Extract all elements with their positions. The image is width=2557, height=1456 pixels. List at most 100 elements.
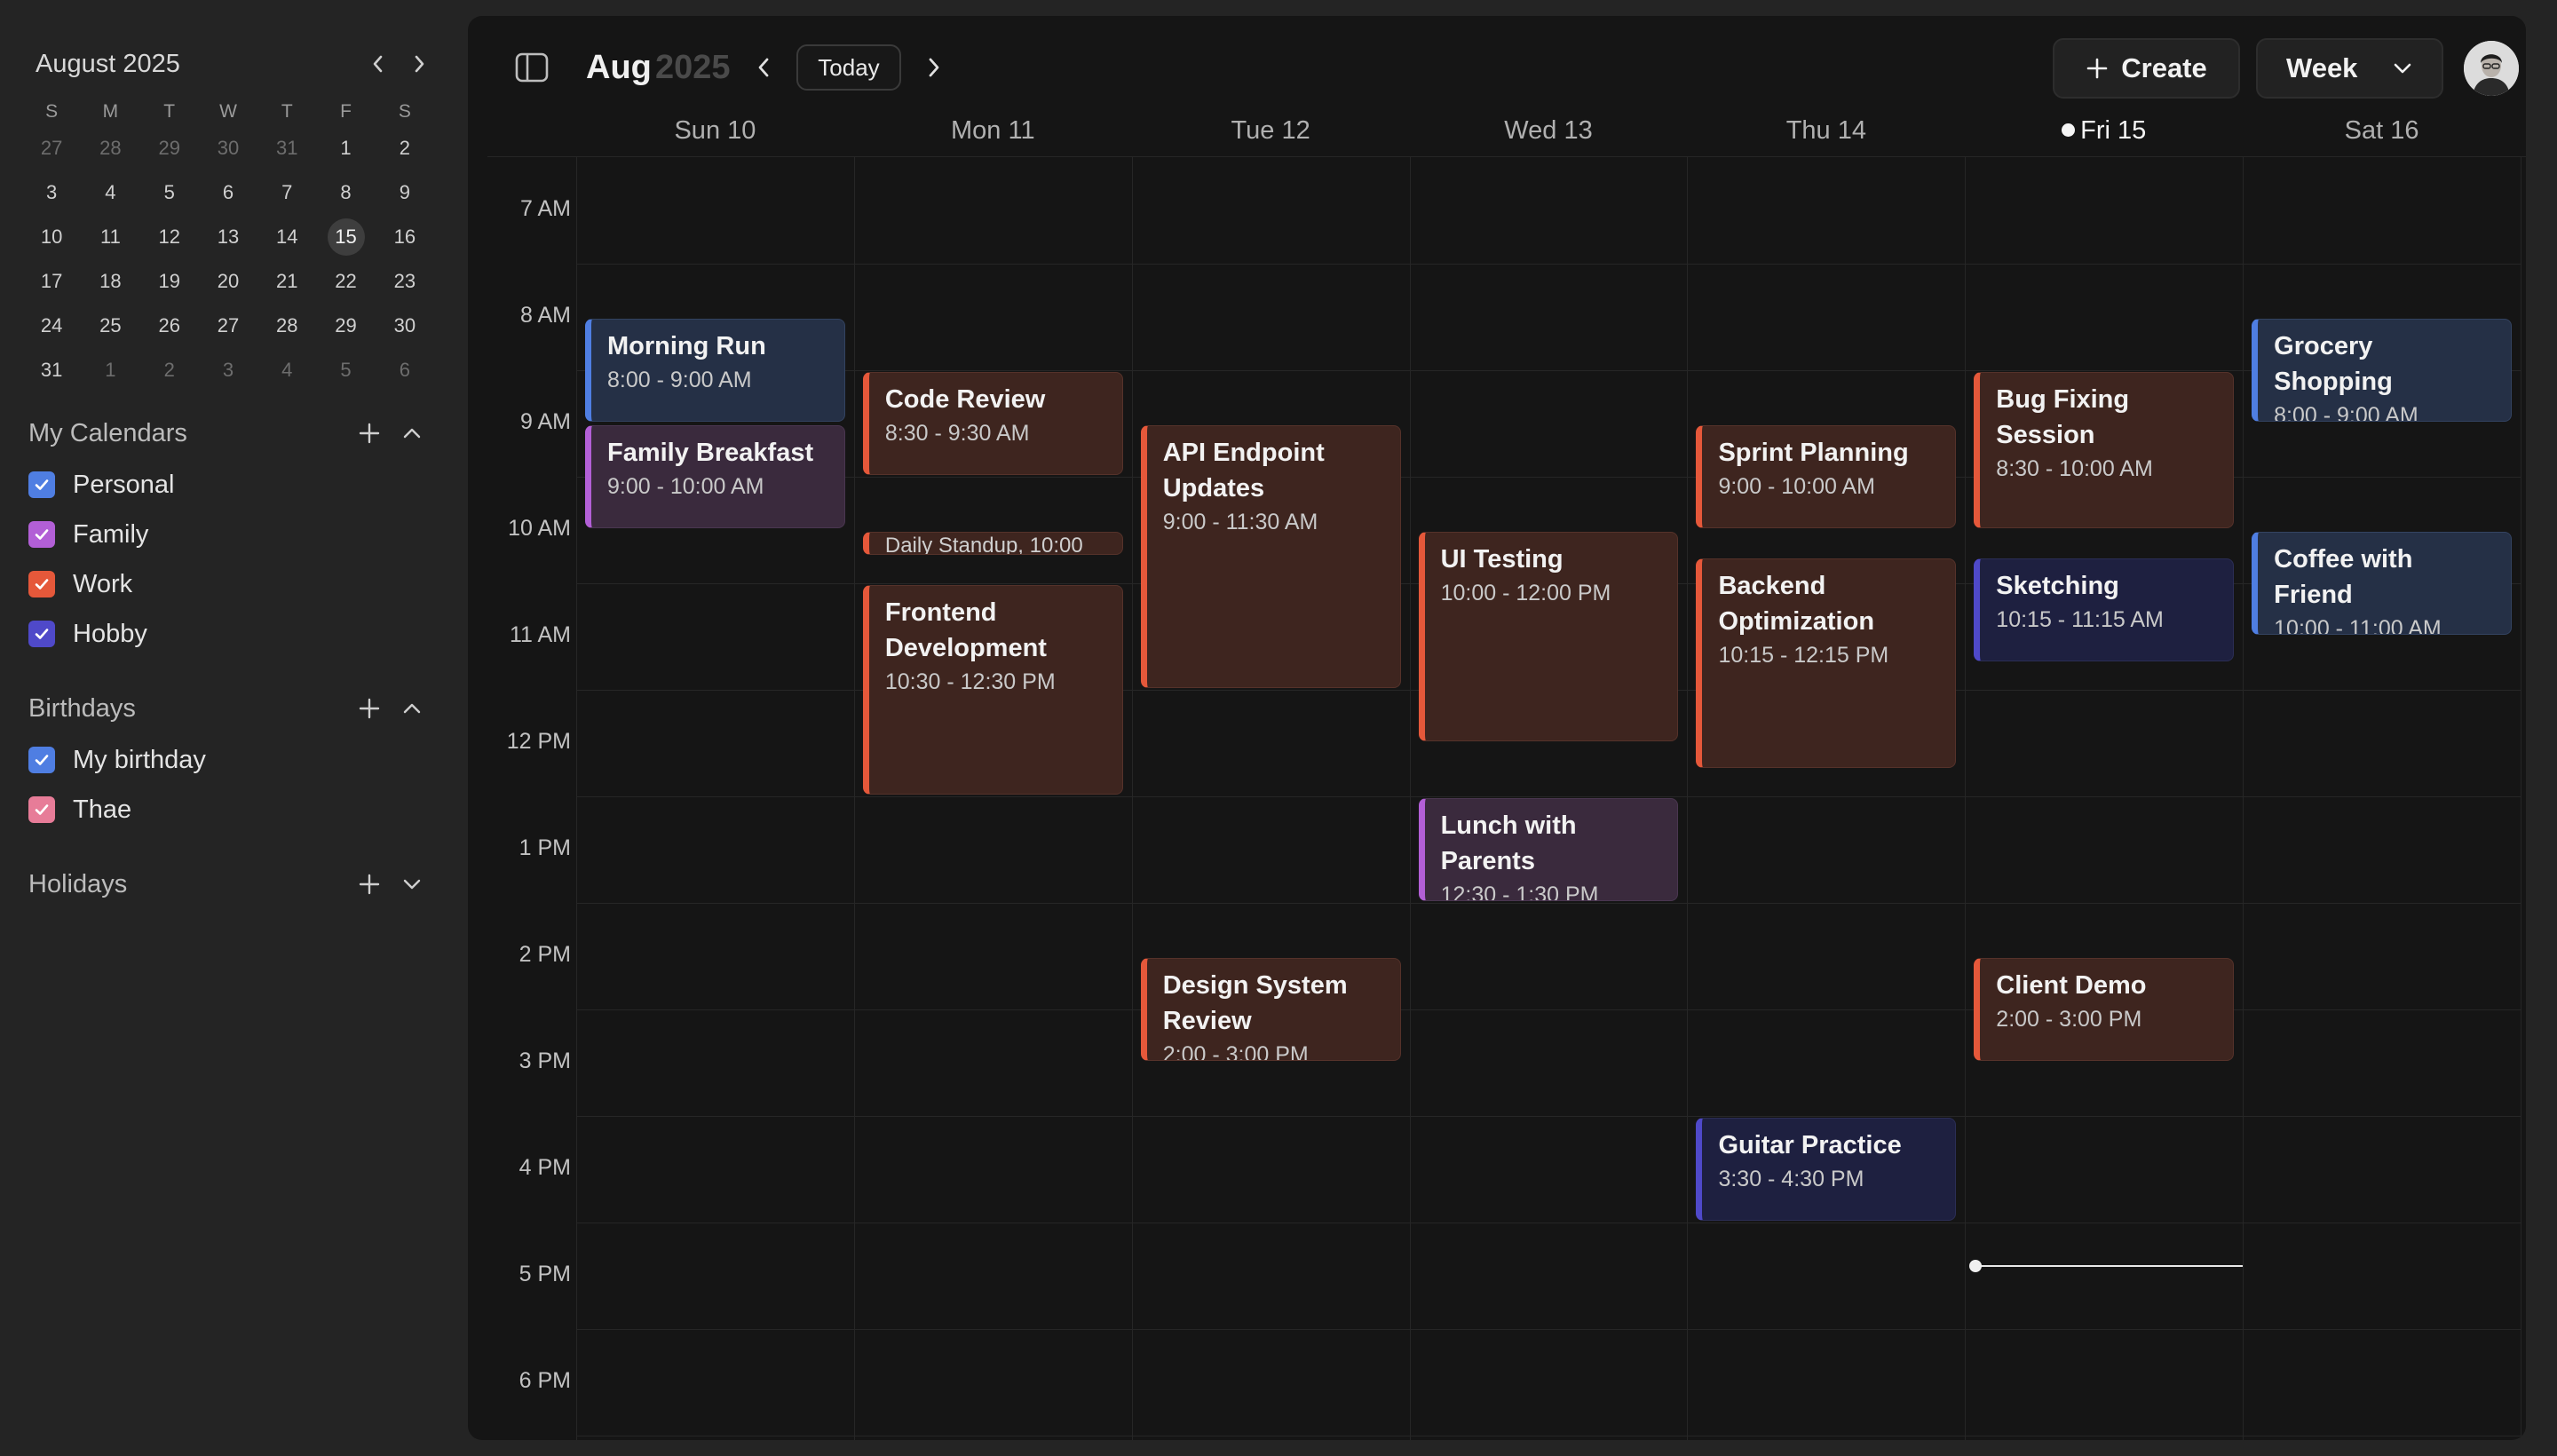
collapse-birthdays-button[interactable]: [396, 692, 428, 724]
sidebar-toggle-button[interactable]: [512, 50, 551, 85]
calendar-event[interactable]: Bug Fixing Session 8:30 - 10:00 AM: [1974, 372, 2235, 528]
mini-calendar-day[interactable]: 28: [257, 314, 316, 337]
add-holiday-button[interactable]: [353, 868, 385, 900]
event-title: Design System Review: [1162, 971, 1348, 1035]
checkbox-checked-icon[interactable]: [28, 747, 55, 773]
mini-calendar-day[interactable]: 12: [140, 226, 199, 249]
mini-calendar-day[interactable]: 14: [257, 226, 316, 249]
next-week-button[interactable]: [917, 51, 949, 83]
calendar-event[interactable]: Sprint Planning 9:00 - 10:00 AM: [1696, 425, 1957, 528]
calendar-event[interactable]: API Endpoint Updates 9:00 - 11:30 AM: [1140, 425, 1401, 688]
day-column-divider: [1687, 157, 1689, 1440]
mini-calendar-day[interactable]: 29: [140, 137, 199, 160]
mini-calendar-day[interactable]: 21: [257, 270, 316, 293]
plus-icon: [359, 698, 380, 719]
mini-calendar-day[interactable]: 18: [81, 270, 139, 293]
mini-calendar-day[interactable]: 29: [316, 314, 375, 337]
mini-prev-month-button[interactable]: [362, 48, 394, 80]
calendar-event[interactable]: Lunch with Parents 12:30 - 1:30 PM: [1418, 798, 1679, 901]
calendar-toggle-personal[interactable]: Personal: [28, 460, 437, 510]
checkbox-checked-icon[interactable]: [28, 796, 55, 823]
calendar-event[interactable]: Daily Standup, 10:00: [862, 532, 1123, 555]
mini-calendar-day[interactable]: 1: [81, 359, 139, 382]
collapse-my-calendars-button[interactable]: [396, 417, 428, 449]
chevron-up-icon: [403, 428, 421, 439]
time-label: 11 AM: [509, 622, 571, 647]
calendar-event[interactable]: Coffee with Friend 10:00 - 11:00 AM: [2252, 532, 2513, 635]
time-label: 4 PM: [519, 1155, 571, 1180]
chevron-left-icon: [758, 58, 769, 77]
mini-calendar-day[interactable]: 31: [22, 359, 81, 382]
view-selector[interactable]: Week: [2256, 38, 2443, 99]
user-avatar[interactable]: [2464, 41, 2519, 96]
mini-calendar-day[interactable]: 16: [376, 226, 434, 249]
checkbox-checked-icon[interactable]: [28, 571, 55, 597]
expand-holidays-button[interactable]: [396, 868, 428, 900]
mini-calendar-day[interactable]: 25: [81, 314, 139, 337]
calendar-event[interactable]: Backend Optimization 10:15 - 12:15 PM: [1696, 558, 1957, 768]
mini-calendar-day[interactable]: 11: [81, 226, 139, 249]
mini-calendar-day[interactable]: 23: [376, 270, 434, 293]
mini-calendar-day[interactable]: 5: [316, 359, 375, 382]
calendar-event[interactable]: Design System Review 2:00 - 3:00 PM: [1140, 958, 1401, 1061]
checkbox-checked-icon[interactable]: [28, 471, 55, 498]
mini-calendar-day[interactable]: 17: [22, 270, 81, 293]
event-time: 10:15 - 11:15 AM: [1996, 607, 2164, 632]
mini-calendar-day[interactable]: 28: [81, 137, 139, 160]
mini-calendar-day[interactable]: 4: [257, 359, 316, 382]
mini-calendar-day[interactable]: 4: [81, 181, 139, 204]
event-time: 8:30 - 9:30 AM: [884, 421, 1030, 446]
add-calendar-button[interactable]: [353, 417, 385, 449]
previous-week-button[interactable]: [748, 51, 780, 83]
calendar-toggle-my-birthday[interactable]: My birthday: [28, 735, 437, 785]
calendar-event[interactable]: UI Testing 10:00 - 12:00 PM: [1418, 532, 1679, 741]
calendar-toggle-work[interactable]: Work: [28, 559, 437, 609]
calendar-event[interactable]: Sketching 10:15 - 11:15 AM: [1974, 558, 2235, 661]
calendar-event[interactable]: Client Demo 2:00 - 3:00 PM: [1974, 958, 2235, 1061]
mini-calendar-day[interactable]: 30: [199, 137, 257, 160]
checkbox-checked-icon[interactable]: [28, 621, 55, 647]
mini-calendar-day[interactable]: 3: [22, 181, 81, 204]
weekday-label: S: [45, 101, 59, 122]
calendar-toggle-thae[interactable]: Thae: [28, 785, 437, 835]
mini-calendar-day[interactable]: 6: [376, 359, 434, 382]
mini-calendar-day[interactable]: 9: [376, 181, 434, 204]
calendar-event[interactable]: Family Breakfast 9:00 - 10:00 AM: [585, 425, 845, 528]
mini-calendar-day[interactable]: 3: [199, 359, 257, 382]
mini-calendar-day[interactable]: 24: [22, 314, 81, 337]
add-birthday-button[interactable]: [353, 692, 385, 724]
calendar-event[interactable]: Morning Run 8:00 - 9:00 AM: [585, 319, 845, 422]
mini-calendar-day[interactable]: 2: [376, 137, 434, 160]
mini-calendar-day[interactable]: 6: [199, 181, 257, 204]
mini-calendar-day[interactable]: 10: [22, 226, 81, 249]
mini-calendar-day[interactable]: 5: [140, 181, 199, 204]
calendar-event[interactable]: Code Review 8:30 - 9:30 AM: [862, 372, 1123, 475]
mini-calendar-day[interactable]: 26: [140, 314, 199, 337]
checkbox-checked-icon[interactable]: [28, 521, 55, 548]
mini-calendar-day[interactable]: 7: [257, 181, 316, 204]
calendar-event[interactable]: Guitar Practice 3:30 - 4:30 PM: [1696, 1118, 1957, 1221]
event-time: 2:00 - 3:00 PM: [1162, 1042, 1309, 1061]
mini-calendar-day[interactable]: 22: [316, 270, 375, 293]
calendar-event[interactable]: Frontend Development 10:30 - 12:30 PM: [862, 585, 1123, 795]
weekday-label: T: [281, 101, 293, 122]
mini-calendar-day[interactable]: 30: [376, 314, 434, 337]
mini-calendar-day[interactable]: 27: [199, 314, 257, 337]
mini-calendar-day[interactable]: 19: [140, 270, 199, 293]
mini-calendar-day[interactable]: 15: [316, 218, 375, 256]
weekday-label: F: [340, 101, 352, 122]
mini-calendar-day[interactable]: 20: [199, 270, 257, 293]
calendar-toggle-family[interactable]: Family: [28, 510, 437, 559]
calendar-event[interactable]: Grocery Shopping 8:00 - 9:00 AM: [2252, 319, 2513, 422]
mini-calendar-day[interactable]: 27: [22, 137, 81, 160]
create-event-button[interactable]: Create: [2053, 38, 2240, 99]
mini-calendar-day[interactable]: 8: [316, 181, 375, 204]
mini-calendar-day[interactable]: 31: [257, 137, 316, 160]
mini-next-month-button[interactable]: [403, 48, 435, 80]
mini-calendar-day[interactable]: 1: [316, 137, 375, 160]
event-time: 10:00 - 12:00 PM: [1440, 581, 1611, 605]
today-button[interactable]: Today: [796, 44, 901, 91]
mini-calendar-day[interactable]: 2: [140, 359, 199, 382]
calendar-toggle-hobby[interactable]: Hobby: [28, 609, 437, 659]
mini-calendar-day[interactable]: 13: [199, 226, 257, 249]
